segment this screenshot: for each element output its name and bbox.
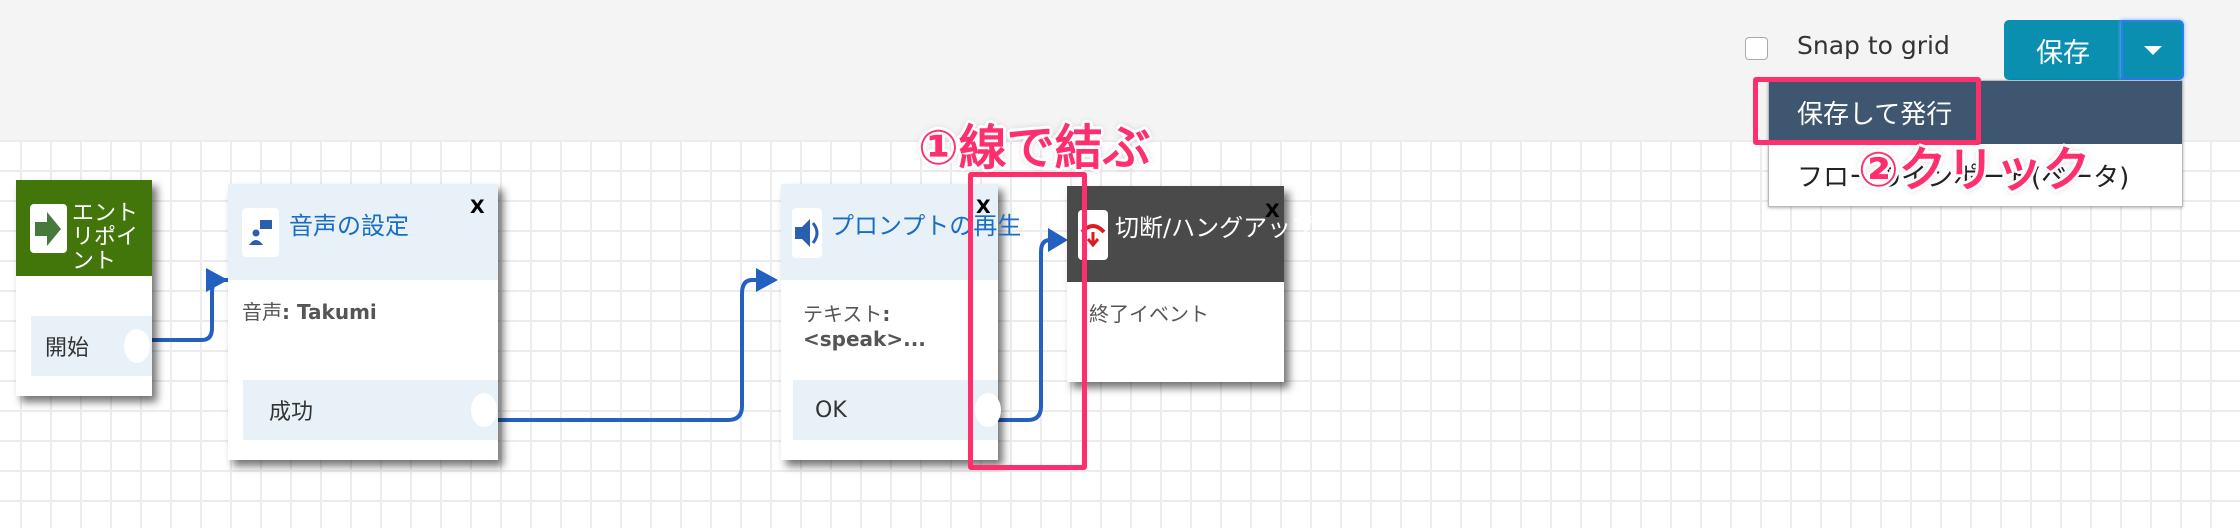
output-port[interactable] bbox=[471, 393, 497, 427]
disconnect-hangup-node[interactable]: 切断/ハングアップ X 終了イベント bbox=[1067, 186, 1315, 382]
voice-person-icon bbox=[242, 208, 279, 257]
entry-point-node[interactable]: エントリポイント 開始 bbox=[16, 180, 152, 396]
close-icon[interactable]: X bbox=[470, 196, 485, 218]
annotation-step1: ①線で結ぶ bbox=[918, 120, 1151, 176]
node-title: エントリポイント bbox=[72, 202, 139, 274]
body-text: 終了イベント bbox=[1089, 302, 1209, 326]
branch-success: 成功 bbox=[243, 380, 498, 440]
speaker-icon bbox=[792, 208, 822, 258]
annotation-step2: ②クリック bbox=[1858, 142, 2091, 198]
node-title: 切断/ハングアップ bbox=[1115, 214, 1316, 242]
set-voice-node[interactable]: 音声の設定 X 音声: Takumi 成功 bbox=[228, 184, 498, 460]
output-port[interactable] bbox=[124, 329, 150, 363]
body-value: <speak>... bbox=[803, 327, 926, 351]
close-icon[interactable]: X bbox=[1265, 200, 1280, 222]
node-title: 音声の設定 bbox=[289, 212, 409, 240]
arrow-icon bbox=[756, 268, 778, 292]
body-value: Takumi bbox=[296, 300, 377, 324]
body-label: 音声 bbox=[242, 300, 282, 324]
arrow-right-icon bbox=[30, 204, 67, 253]
connection-voice-prompt[interactable] bbox=[498, 278, 760, 422]
annotation-highlight-connection bbox=[968, 172, 1087, 470]
arrow-icon bbox=[206, 268, 228, 292]
body-label: テキスト bbox=[803, 302, 883, 326]
play-prompt-node[interactable]: プロンプトの再生 X テキスト: <speak>... OK bbox=[781, 184, 1021, 460]
